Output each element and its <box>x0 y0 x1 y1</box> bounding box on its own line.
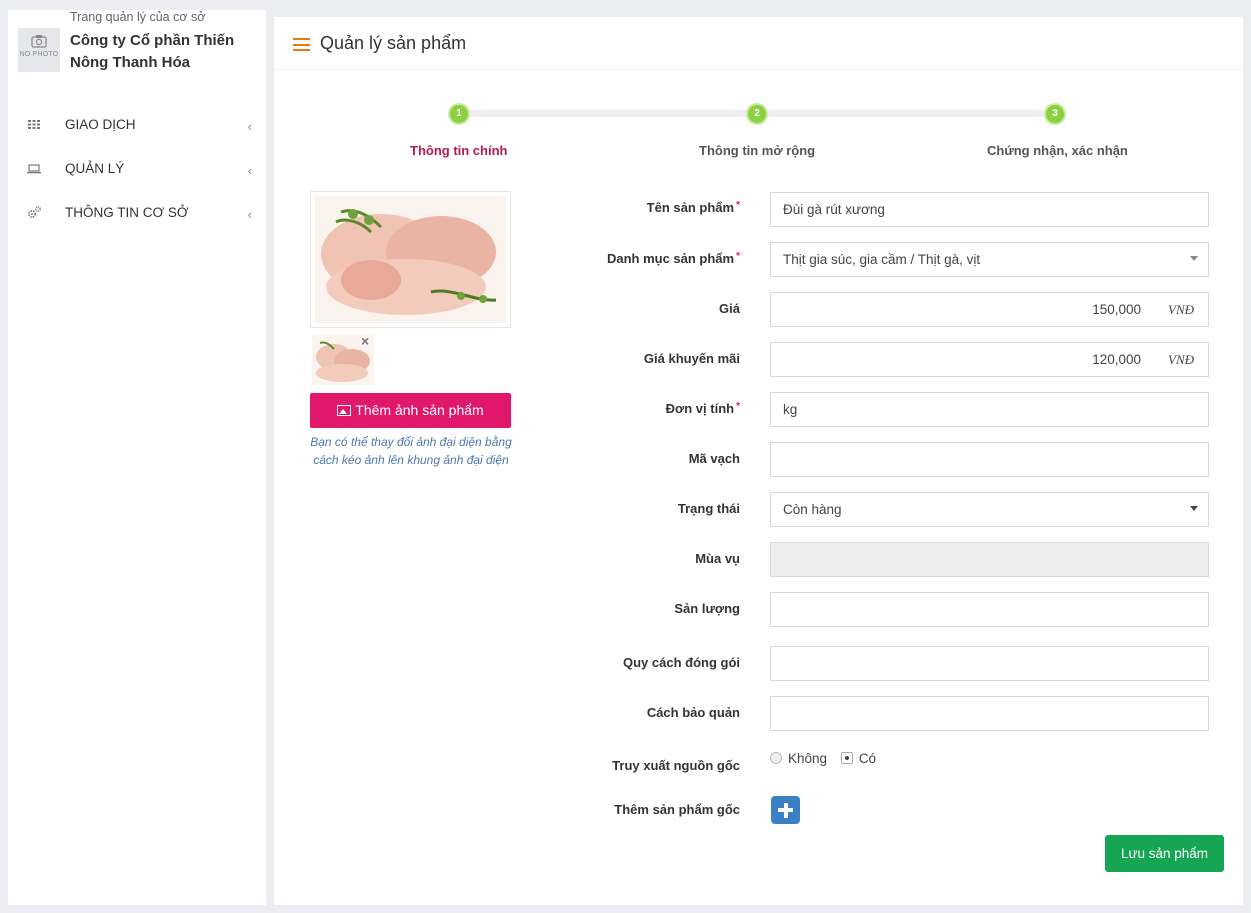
price-label: Giá <box>719 301 740 316</box>
traceability-radio-yes[interactable] <box>840 752 853 764</box>
product-name-label: Tên sản phẩm * <box>646 200 740 215</box>
tab-chung-nhan-xac-nhan[interactable]: Chứng nhận, xác nhận <box>987 143 1128 158</box>
step-3-dot[interactable]: 3 <box>1044 103 1066 125</box>
page-title: Quản lý sản phẩm <box>320 33 467 53</box>
sidebar-item-label: QUẢN LÝ <box>65 161 125 176</box>
sidebar-item-quan-ly[interactable]: QUẢN LÝ ‹ <box>8 158 266 202</box>
main-panel: Quản lý sản phẩm 1 2 3 Thông tin chính T… <box>274 17 1243 905</box>
page-header: Quản lý sản phẩm <box>274 17 1243 70</box>
save-product-button[interactable]: Lưu sản phẩm <box>1105 835 1224 872</box>
origin-product-label: Thêm sản phẩm gốc <box>614 802 740 817</box>
promo-price-currency: VNĐ <box>1154 342 1209 377</box>
add-product-image-label: Thêm ảnh sản phẩm <box>355 402 484 418</box>
tab-thong-tin-mo-rong[interactable]: Thông tin mở rộng <box>699 143 815 158</box>
traceability-label: Truy xuất nguồn gốc <box>612 758 740 773</box>
menu-toggle-icon[interactable] <box>293 38 310 51</box>
product-main-image <box>315 196 506 323</box>
grid-icon <box>28 120 40 129</box>
avatar[interactable]: NO PHOTO <box>18 28 60 72</box>
remove-thumbnail-icon[interactable]: × <box>361 333 369 349</box>
traceability-radio-no[interactable] <box>770 752 782 764</box>
sidebar-item-giao-dich[interactable]: GIAO DỊCH ‹ <box>8 114 266 158</box>
output-label: Sản lượng <box>674 601 740 616</box>
status-label: Trạng thái <box>677 501 740 516</box>
sidebar: NO PHOTO Trang quản lý của cơ sở Công ty… <box>8 10 266 905</box>
price-input[interactable]: 150,000 <box>770 292 1155 327</box>
traceability-radio-group: Không Có <box>770 751 886 766</box>
profile-card: NO PHOTO Trang quản lý của cơ sở Công ty… <box>8 10 266 100</box>
packaging-input[interactable] <box>770 646 1209 681</box>
storage-input[interactable] <box>770 696 1209 731</box>
unit-label: Đơn vị tính * <box>665 401 740 416</box>
barcode-input[interactable] <box>770 442 1209 477</box>
profile-subtitle: Trang quản lý của cơ sở <box>70 10 206 24</box>
step-1-dot[interactable]: 1 <box>448 103 470 125</box>
camera-icon <box>31 35 47 48</box>
output-input[interactable] <box>770 592 1209 627</box>
chevron-down-icon <box>1190 256 1198 261</box>
laptop-icon <box>27 164 41 174</box>
promo-price-label: Giá khuyến mãi <box>643 351 740 366</box>
category-label: Danh mục sản phẩm * <box>606 251 740 266</box>
sidebar-item-label: GIAO DỊCH <box>65 117 136 132</box>
promo-price-input[interactable]: 120,000 <box>770 342 1155 377</box>
add-origin-product-button[interactable] <box>771 796 800 824</box>
sidebar-item-label: THÔNG TIN CƠ SỞ <box>65 205 189 220</box>
packaging-label: Quy cách đóng gói <box>622 655 740 670</box>
sidebar-nav: GIAO DỊCH ‹ QUẢN LÝ ‹ THÔNG TIN CƠ SỞ ‹ <box>8 114 266 246</box>
image-icon <box>337 405 352 416</box>
image-hint-text: Bạn có thể thay đổi ảnh đại diện bằng cá… <box>310 435 512 467</box>
category-select[interactable]: Thịt gia súc, gia cầm / Thịt gà, vịt <box>770 242 1209 277</box>
step-2-dot[interactable]: 2 <box>746 103 768 125</box>
traceability-option-no[interactable]: Không <box>788 751 827 766</box>
category-value: Thịt gia súc, gia cầm / Thịt gà, vịt <box>783 252 981 267</box>
storage-label: Cách bảo quản <box>646 705 740 720</box>
product-name-input[interactable]: Đùi gà rút xương <box>770 192 1209 227</box>
unit-input[interactable]: kg <box>770 392 1209 427</box>
status-value: Còn hàng <box>783 502 842 517</box>
product-main-image-frame[interactable] <box>310 191 511 328</box>
traceability-option-yes[interactable]: Có <box>859 751 876 766</box>
add-product-image-button[interactable]: Thêm ảnh sản phẩm <box>310 393 511 428</box>
barcode-label: Mã vạch <box>688 451 740 466</box>
chevron-down-icon <box>1190 506 1198 511</box>
chevron-left-icon: ‹ <box>247 163 252 178</box>
status-select[interactable]: Còn hàng <box>770 492 1209 527</box>
chevron-left-icon: ‹ <box>247 207 252 222</box>
profile-name: Công ty Cổ phần Thiến Nông Thanh Hóa <box>70 32 235 71</box>
gears-icon <box>27 206 41 219</box>
sidebar-item-thong-tin-co-so[interactable]: THÔNG TIN CƠ SỞ ‹ <box>8 202 266 246</box>
price-currency: VNĐ <box>1154 292 1209 327</box>
tab-thong-tin-chinh[interactable]: Thông tin chính <box>410 143 507 158</box>
no-photo-label: NO PHOTO <box>19 51 59 58</box>
chevron-left-icon: ‹ <box>247 119 252 134</box>
season-input <box>770 542 1209 577</box>
season-label: Mùa vụ <box>695 551 740 566</box>
